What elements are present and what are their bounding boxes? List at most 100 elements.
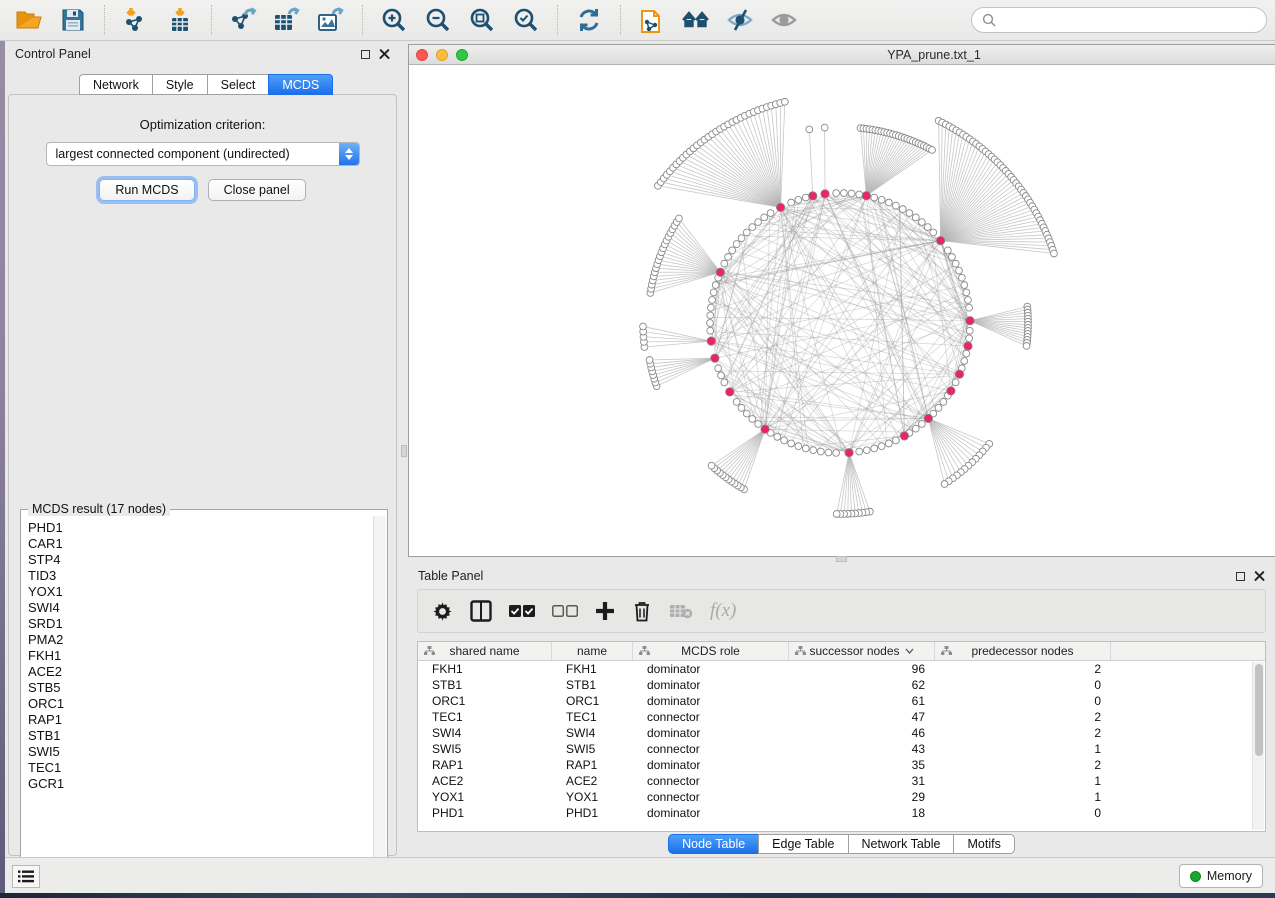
splitter-grabber[interactable]: [401, 445, 407, 457]
mcds-result-item[interactable]: YOX1: [28, 584, 372, 600]
import-table-icon[interactable]: [161, 4, 199, 36]
tab-network[interactable]: Network: [79, 74, 152, 95]
zoom-out-icon[interactable]: [419, 4, 457, 36]
cell-role[interactable]: connector: [633, 789, 789, 805]
cybrowser-icon[interactable]: [677, 4, 715, 36]
cell-name[interactable]: STB1: [552, 677, 633, 693]
delete-column-icon[interactable]: [632, 600, 652, 622]
cell-name[interactable]: YOX1: [552, 789, 633, 805]
close-table-panel-icon[interactable]: [1254, 571, 1265, 582]
open-icon[interactable]: [10, 4, 48, 36]
mcds-result-item[interactable]: STB1: [28, 728, 372, 744]
network-window-titlebar[interactable]: YPA_prune.txt_1: [409, 45, 1275, 65]
mcds-result-item[interactable]: CAR1: [28, 536, 372, 552]
cell-succ[interactable]: 61: [789, 693, 935, 709]
mcds-hub-node[interactable]: [862, 192, 870, 200]
tab-network-table[interactable]: Network Table: [848, 834, 954, 854]
cell-shared[interactable]: FKH1: [418, 661, 552, 677]
mcds-result-item[interactable]: STB5: [28, 680, 372, 696]
cell-role[interactable]: dominator: [633, 725, 789, 741]
mcds-hub-node[interactable]: [707, 337, 715, 345]
mcds-hub-node[interactable]: [964, 342, 972, 350]
task-history-button[interactable]: [12, 865, 40, 888]
zoom-fit-icon[interactable]: [463, 4, 501, 36]
export-image-icon[interactable]: [312, 4, 350, 36]
mcds-result-item[interactable]: PHD1: [28, 520, 372, 536]
mcds-hub-node[interactable]: [947, 387, 955, 395]
cell-name[interactable]: TEC1: [552, 709, 633, 725]
table-settings-gear-icon[interactable]: [432, 601, 453, 622]
cell-succ[interactable]: 46: [789, 725, 935, 741]
cell-pred[interactable]: 1: [935, 773, 1111, 789]
cell-pred[interactable]: 1: [935, 741, 1111, 757]
mcds-result-item[interactable]: ACE2: [28, 664, 372, 680]
cell-pred[interactable]: 0: [935, 693, 1111, 709]
cell-shared[interactable]: PHD1: [418, 805, 552, 821]
mcds-result-item[interactable]: SWI4: [28, 600, 372, 616]
mcds-result-item[interactable]: TEC1: [28, 760, 372, 776]
mcds-hub-node[interactable]: [955, 370, 963, 378]
table-row[interactable]: RAP1RAP1dominator352: [418, 757, 1265, 773]
node-table[interactable]: shared namenameMCDS rolesuccessor nodesp…: [417, 641, 1266, 832]
cell-name[interactable]: PHD1: [552, 805, 633, 821]
close-window-icon[interactable]: [416, 49, 428, 61]
cell-succ[interactable]: 43: [789, 741, 935, 757]
cell-name[interactable]: SWI4: [552, 725, 633, 741]
cell-pred[interactable]: 2: [935, 661, 1111, 677]
optimization-criterion-select[interactable]: largest connected component (undirected): [46, 142, 360, 166]
zoom-in-icon[interactable]: [375, 4, 413, 36]
mcds-hub-node[interactable]: [716, 268, 724, 276]
cell-role[interactable]: connector: [633, 773, 789, 789]
cell-shared[interactable]: ORC1: [418, 693, 552, 709]
cell-name[interactable]: ORC1: [552, 693, 633, 709]
mcds-hub-node[interactable]: [821, 190, 829, 198]
column-header-successor-nodes[interactable]: successor nodes: [789, 642, 935, 661]
cell-role[interactable]: dominator: [633, 757, 789, 773]
mcds-hub-node[interactable]: [809, 192, 817, 200]
mcds-result-item[interactable]: STP4: [28, 552, 372, 568]
cell-pred[interactable]: 0: [935, 805, 1111, 821]
close-panel-icon[interactable]: [379, 49, 390, 60]
horizontal-splitter-grabber[interactable]: [836, 556, 847, 562]
table-scrollbar-thumb[interactable]: [1255, 664, 1263, 756]
cell-pred[interactable]: 1: [935, 789, 1111, 805]
mcds-hub-node[interactable]: [761, 425, 769, 433]
cell-succ[interactable]: 35: [789, 757, 935, 773]
mcds-hub-node[interactable]: [966, 317, 974, 325]
export-table-icon[interactable]: [268, 4, 306, 36]
tab-select[interactable]: Select: [207, 74, 269, 95]
mcds-result-item[interactable]: SRD1: [28, 616, 372, 632]
cell-shared[interactable]: SWI5: [418, 741, 552, 757]
cell-role[interactable]: connector: [633, 709, 789, 725]
cell-role[interactable]: dominator: [633, 677, 789, 693]
maximize-window-icon[interactable]: [456, 49, 468, 61]
mcds-result-item[interactable]: RAP1: [28, 712, 372, 728]
mcds-hub-node[interactable]: [924, 414, 932, 422]
cell-shared[interactable]: YOX1: [418, 789, 552, 805]
cell-pred[interactable]: 2: [935, 757, 1111, 773]
show-all-eye-icon[interactable]: [765, 4, 803, 36]
mcds-result-item[interactable]: TID3: [28, 568, 372, 584]
cell-succ[interactable]: 62: [789, 677, 935, 693]
cell-pred[interactable]: 2: [935, 709, 1111, 725]
mcds-result-list[interactable]: PHD1CAR1STP4TID3YOX1SWI4SRD1PMA2FKH1ACE2…: [22, 516, 372, 879]
import-network-icon[interactable]: [117, 4, 155, 36]
mcds-result-item[interactable]: PMA2: [28, 632, 372, 648]
search-input[interactable]: [1002, 13, 1256, 27]
vertical-splitter[interactable]: [400, 41, 408, 857]
cell-role[interactable]: dominator: [633, 805, 789, 821]
cell-succ[interactable]: 47: [789, 709, 935, 725]
cell-name[interactable]: SWI5: [552, 741, 633, 757]
cell-succ[interactable]: 29: [789, 789, 935, 805]
tab-mcds[interactable]: MCDS: [268, 74, 333, 95]
column-header-shared-name[interactable]: shared name: [418, 642, 552, 661]
cell-succ[interactable]: 31: [789, 773, 935, 789]
mcds-hub-node[interactable]: [776, 203, 784, 211]
cell-pred[interactable]: 0: [935, 677, 1111, 693]
tab-style[interactable]: Style: [152, 74, 207, 95]
cell-name[interactable]: ACE2: [552, 773, 633, 789]
cell-name[interactable]: FKH1: [552, 661, 633, 677]
export-network-icon[interactable]: [224, 4, 262, 36]
cell-name[interactable]: RAP1: [552, 757, 633, 773]
table-row[interactable]: SWI4SWI4dominator462: [418, 725, 1265, 741]
